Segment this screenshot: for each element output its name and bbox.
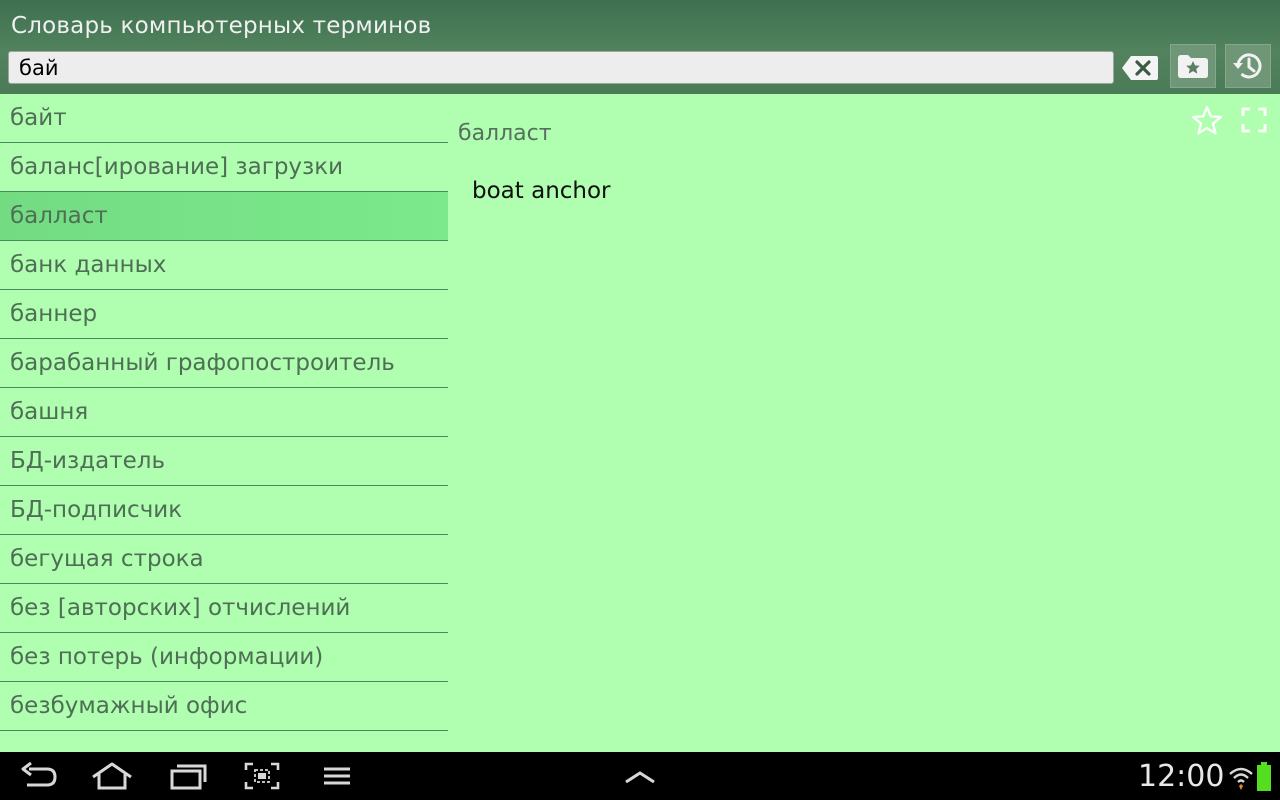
status-clock: 12:00 bbox=[1138, 759, 1225, 794]
clear-search-button[interactable] bbox=[1120, 53, 1160, 83]
word-list-item[interactable]: байт bbox=[0, 94, 448, 143]
screenshot-button[interactable] bbox=[240, 760, 284, 792]
word-list-item[interactable]: без [авторских] отчислений bbox=[0, 584, 448, 633]
word-list-item[interactable]: башня bbox=[0, 388, 448, 437]
add-favorite-button[interactable] bbox=[1190, 104, 1224, 138]
word-list-item[interactable]: БД-подписчик bbox=[0, 486, 448, 535]
word-list-item[interactable]: БД-издатель bbox=[0, 437, 448, 486]
home-button[interactable] bbox=[90, 760, 134, 792]
word-list-item[interactable]: банк данных bbox=[0, 241, 448, 290]
word-list-item[interactable]: барабанный графопостроитель bbox=[0, 339, 448, 388]
backspace-clear-icon bbox=[1122, 56, 1158, 80]
detail-pane: балласт boat anchor bbox=[448, 94, 1280, 752]
star-outline-icon bbox=[1192, 105, 1222, 135]
system-nav-bar: 12:00 bbox=[0, 752, 1280, 800]
fullscreen-button[interactable] bbox=[1238, 104, 1270, 136]
app-window: Словарь компьютерных терминов байтбаланс… bbox=[0, 0, 1280, 800]
screenshot-icon bbox=[244, 762, 280, 790]
home-icon bbox=[92, 762, 132, 790]
menu-button[interactable] bbox=[315, 760, 359, 792]
chevron-up-icon bbox=[625, 771, 655, 784]
header: Словарь компьютерных терминов bbox=[0, 0, 1280, 94]
up-arrow-button[interactable] bbox=[618, 760, 662, 792]
word-list-item[interactable]: балласт bbox=[0, 192, 448, 241]
word-list-item[interactable]: безбумажный офис bbox=[0, 682, 448, 731]
back-icon bbox=[21, 761, 57, 787]
menu-icon bbox=[324, 767, 350, 785]
fullscreen-icon bbox=[1241, 107, 1267, 133]
history-button[interactable] bbox=[1225, 44, 1271, 88]
word-list[interactable]: байт баланс[ирование] загрузки балласт банк… bbox=[0, 94, 448, 752]
history-icon bbox=[1233, 53, 1262, 79]
detail-word: балласт bbox=[458, 121, 552, 146]
favorites-folder-icon bbox=[1178, 55, 1208, 78]
wifi-icon bbox=[1229, 767, 1253, 790]
word-list-item[interactable]: без потерь (информации) bbox=[0, 633, 448, 682]
recent-apps-icon bbox=[170, 764, 207, 790]
detail-translation: boat anchor bbox=[472, 178, 611, 204]
word-list-item[interactable]: бегущая строка bbox=[0, 535, 448, 584]
back-button[interactable] bbox=[17, 760, 61, 792]
recent-apps-button[interactable] bbox=[166, 760, 210, 792]
app-title: Словарь компьютерных терминов bbox=[11, 13, 432, 39]
favorites-button[interactable] bbox=[1170, 44, 1216, 88]
word-list-item[interactable]: баланс[ирование] загрузки bbox=[0, 143, 448, 192]
battery-icon bbox=[1257, 762, 1271, 791]
search-input[interactable] bbox=[8, 51, 1114, 84]
word-list-item[interactable]: баннер bbox=[0, 290, 448, 339]
